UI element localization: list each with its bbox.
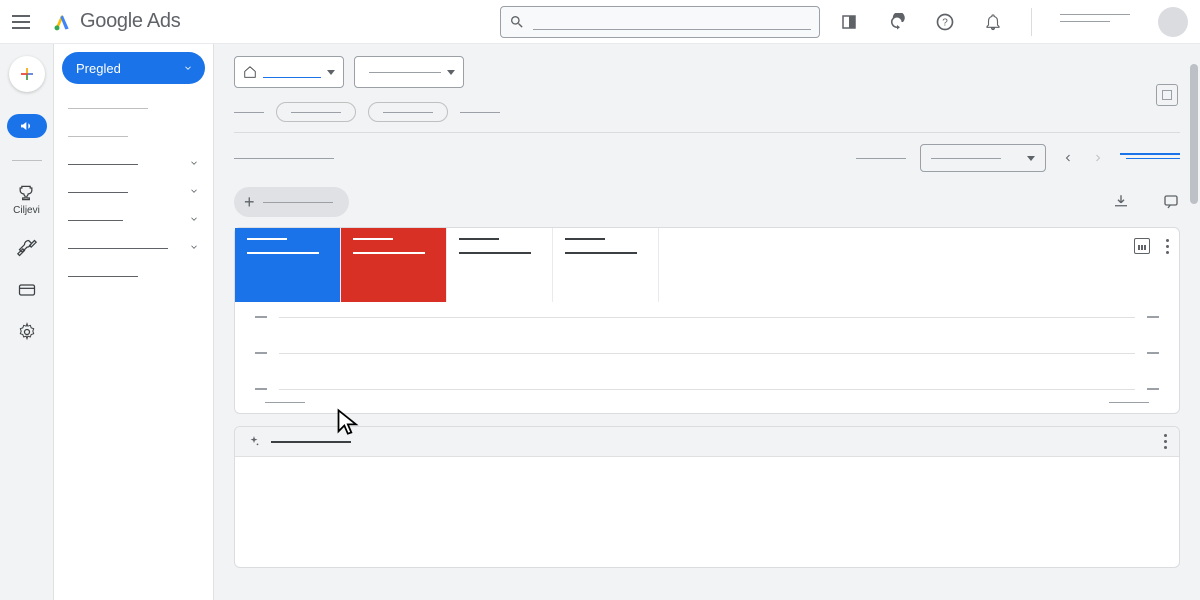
trophy-icon [16, 183, 36, 203]
more-menu-icon[interactable] [1164, 434, 1167, 449]
sidenav-item-5[interactable] [54, 206, 213, 234]
metric-tab-3[interactable] [447, 228, 553, 302]
sidenav-item-7[interactable] [54, 262, 213, 290]
plus-icon [18, 65, 36, 83]
side-nav: Pregled [54, 44, 214, 600]
metrics-card [234, 227, 1180, 414]
brand-text: Google Ads [80, 10, 180, 33]
compare-link[interactable] [1126, 158, 1180, 159]
rail-goals-label: Ciljevi [13, 205, 40, 216]
metric-tab-4[interactable] [553, 228, 659, 302]
sidenav-item-6[interactable] [54, 234, 213, 262]
crumb-item [234, 112, 264, 113]
more-menu-icon[interactable] [1166, 239, 1169, 254]
home-icon [243, 65, 257, 79]
app-header: Google Ads ? [0, 0, 1200, 44]
campaign-selector[interactable] [354, 56, 464, 88]
cards-toolbar: + [234, 187, 1180, 217]
user-avatar[interactable] [1158, 7, 1188, 37]
vertical-scrollbar[interactable] [1190, 44, 1198, 600]
scope-selectors [234, 56, 1180, 88]
insights-body [235, 457, 1179, 567]
chevron-down-icon [183, 61, 193, 76]
create-fab[interactable] [9, 56, 45, 92]
dropdown-caret-icon [447, 70, 455, 75]
download-icon[interactable] [1112, 193, 1130, 211]
search-input[interactable] [533, 14, 811, 30]
layout-toggle-icon[interactable] [1156, 84, 1178, 106]
insights-title [271, 441, 351, 443]
gear-icon [17, 322, 37, 342]
notifications-icon[interactable] [983, 12, 1003, 32]
dropdown-caret-icon [327, 70, 335, 75]
sidenav-item-2[interactable] [54, 122, 213, 150]
account-selector[interactable] [234, 56, 344, 88]
date-prev-button[interactable] [1060, 150, 1076, 166]
chevron-down-icon [189, 211, 199, 229]
sidenav-item-3[interactable] [54, 150, 213, 178]
main-content: + [214, 44, 1200, 600]
help-icon[interactable]: ? [935, 12, 955, 32]
metric-tabs [235, 228, 1179, 302]
sidenav-selected[interactable]: Pregled [62, 52, 205, 84]
header-divider [1031, 8, 1032, 36]
sidenav-selected-label: Pregled [76, 61, 121, 76]
sidenav-item-1[interactable] [54, 94, 213, 122]
brand-logo[interactable]: Google Ads [52, 10, 180, 33]
header-actions: ? [839, 7, 1188, 37]
overview-label [234, 158, 334, 159]
chart-settings-icon[interactable] [1134, 238, 1150, 254]
section-divider [234, 132, 1180, 133]
active-tab-underline [1120, 153, 1180, 155]
filter-chip-2[interactable] [368, 102, 448, 122]
chart-area [235, 302, 1179, 402]
rail-tools[interactable] [17, 238, 37, 258]
filter-row [234, 102, 1180, 122]
plus-icon: + [244, 193, 255, 211]
left-rail: Ciljevi [0, 44, 54, 600]
date-label [856, 158, 906, 159]
rail-admin[interactable] [17, 322, 37, 342]
ads-logo-icon [52, 12, 72, 32]
refresh-icon[interactable] [887, 12, 907, 32]
dropdown-caret-icon [1027, 156, 1035, 161]
add-card-button[interactable]: + [234, 187, 349, 217]
sparkle-icon [247, 435, 261, 449]
insights-card [234, 426, 1180, 568]
card-icon [17, 280, 37, 300]
search-icon [509, 14, 525, 30]
tools-icon [17, 238, 37, 258]
feedback-icon[interactable] [1162, 193, 1180, 211]
chart-x-axis [235, 402, 1179, 413]
metric-tab-2[interactable] [341, 228, 447, 302]
appearance-icon[interactable] [839, 12, 859, 32]
rail-goals[interactable]: Ciljevi [13, 183, 40, 216]
chevron-down-icon [189, 155, 199, 173]
rail-billing[interactable] [17, 280, 37, 300]
card-tools [1134, 238, 1169, 254]
megaphone-icon [19, 118, 35, 134]
chevron-down-icon [189, 239, 199, 257]
date-next-button[interactable] [1090, 150, 1106, 166]
metric-tab-1[interactable] [235, 228, 341, 302]
global-search[interactable] [500, 6, 820, 38]
overview-toolbar [234, 143, 1180, 173]
svg-text:?: ? [942, 17, 948, 28]
menu-hamburger-icon[interactable] [12, 10, 36, 34]
crumb-item [460, 112, 500, 113]
rail-campaigns-pill[interactable] [7, 114, 47, 138]
filter-chip-1[interactable] [276, 102, 356, 122]
insights-card-header [235, 427, 1179, 457]
rail-divider [12, 160, 42, 161]
chevron-down-icon [189, 183, 199, 201]
date-range-picker[interactable] [920, 144, 1046, 172]
sidenav-item-4[interactable] [54, 178, 213, 206]
